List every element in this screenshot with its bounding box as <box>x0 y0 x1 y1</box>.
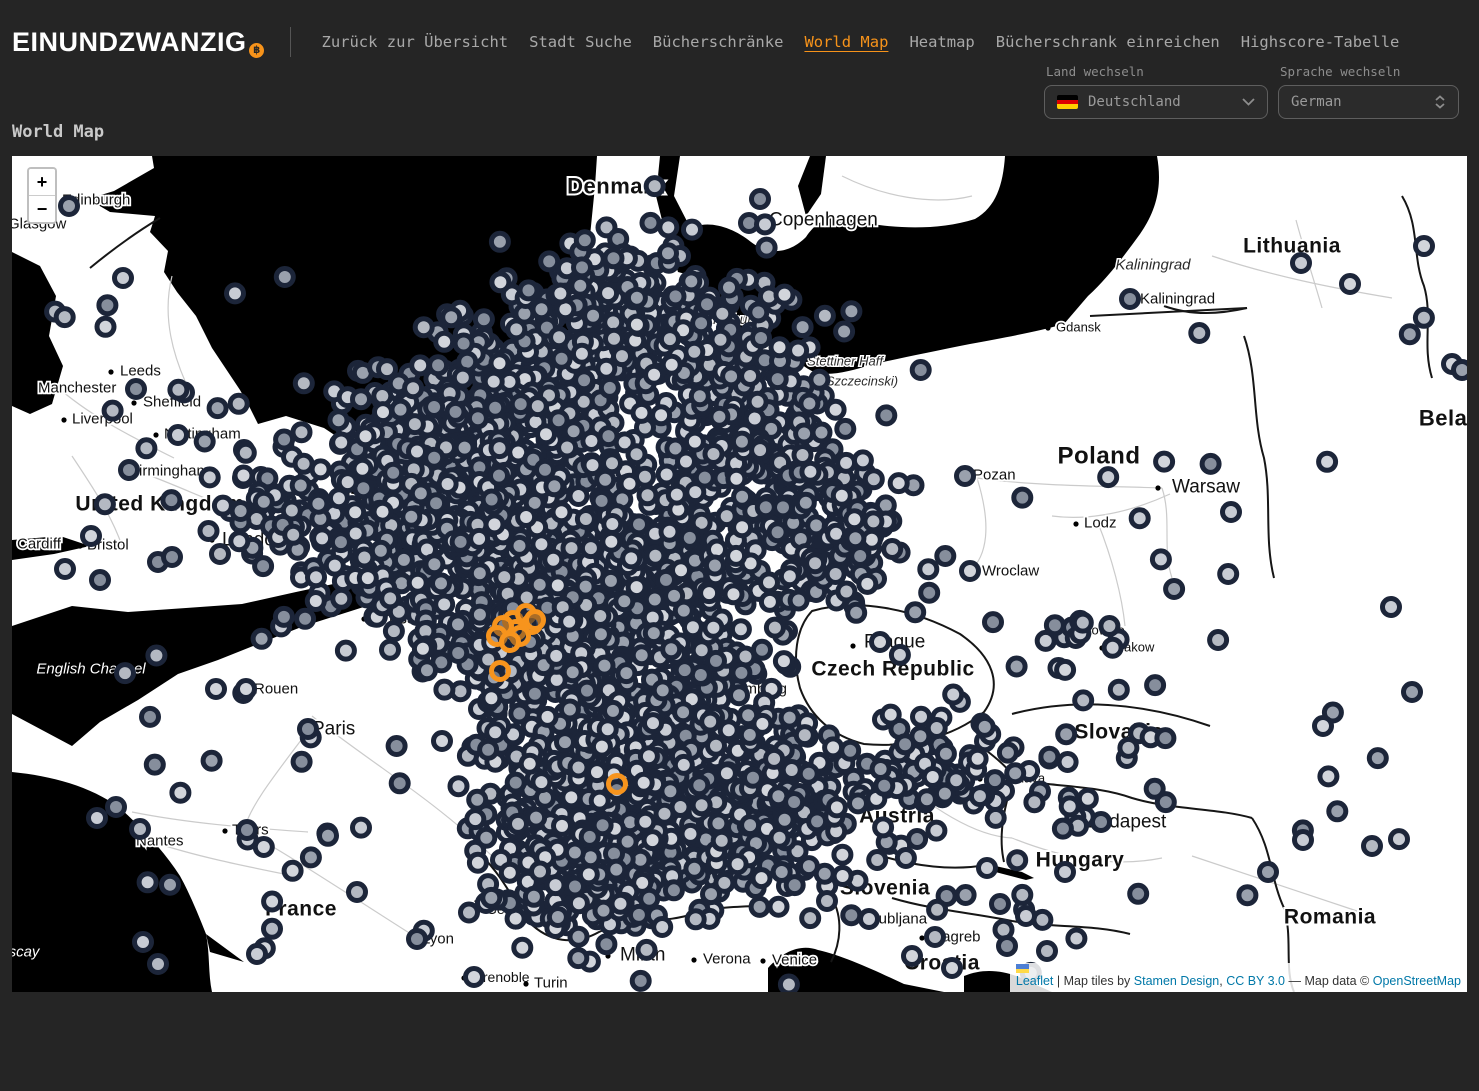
nav-buecherschrank-einreichen[interactable]: Bücherschrank einreichen <box>996 33 1220 51</box>
openstreetmap-link[interactable]: OpenStreetMap <box>1373 974 1461 988</box>
svg-text:scay: scay <box>12 944 41 961</box>
logo-text: EINUNDZWANZIG <box>12 27 246 58</box>
svg-text:Kaliningrad: Kaliningrad <box>1140 291 1215 308</box>
map-zoom-control: + − <box>27 167 57 224</box>
svg-text:Warsaw: Warsaw <box>1172 477 1240 498</box>
stamen-design-link[interactable]: Stamen Design <box>1134 974 1219 988</box>
svg-text:Poland: Poland <box>1057 443 1140 470</box>
svg-text:Stettiner Haff: Stettiner Haff <box>807 354 884 369</box>
svg-text:Lithuania: Lithuania <box>1243 235 1341 258</box>
language-select[interactable]: German <box>1278 85 1459 119</box>
language-select-value: German <box>1291 94 1342 110</box>
svg-text:Gdansk: Gdansk <box>1056 320 1101 335</box>
header-divider <box>290 27 291 57</box>
svg-text:Wroclaw: Wroclaw <box>982 563 1039 580</box>
nav-world-map[interactable]: World Map <box>804 33 888 51</box>
nav-stadt-suche[interactable]: Stadt Suche <box>529 33 632 51</box>
svg-text:Belarus: Belarus <box>1419 406 1467 431</box>
chevron-down-icon <box>1242 98 1255 106</box>
svg-text:Manchester: Manchester <box>38 380 116 397</box>
nav-zurueck-zur-uebersicht[interactable]: Zurück zur Übersicht <box>321 33 508 51</box>
attribution-mapdata: — Map data © <box>1285 974 1373 988</box>
svg-text:Copenhagen: Copenhagen <box>769 210 878 231</box>
svg-text:Kaliningrad: Kaliningrad <box>1115 257 1191 274</box>
country-select-value: Deutschland <box>1088 94 1181 110</box>
map-attribution: Leaflet | Map tiles by Stamen Design, CC… <box>1010 963 1467 992</box>
svg-text:Hungary: Hungary <box>1036 849 1125 872</box>
svg-text:Leeds: Leeds <box>120 363 161 380</box>
world-map[interactable]: English ChannelscayKaliningradMecklenbur… <box>12 156 1467 992</box>
svg-text:Romania: Romania <box>1284 906 1376 929</box>
attribution-text: | Map tiles by <box>1053 974 1133 988</box>
ukraine-flag-icon <box>1016 964 1029 973</box>
locale-controls: Land wechseln Deutschland Sprache wechse… <box>1044 64 1459 119</box>
svg-text:Turin: Turin <box>534 975 568 992</box>
svg-text:Venice: Venice <box>772 952 817 969</box>
zoom-in-button[interactable]: + <box>29 169 55 196</box>
nav-heatmap[interactable]: Heatmap <box>909 33 974 51</box>
main-nav: Zurück zur Übersicht Stadt Suche Büchers… <box>321 33 1399 51</box>
nav-buecherschraenke[interactable]: Bücherschränke <box>653 33 784 51</box>
language-select-label: Sprache wechseln <box>1280 64 1459 79</box>
country-select-label: Land wechseln <box>1046 64 1268 79</box>
top-navigation-bar: EINUNDZWANZIG ฿ Zurück zur Übersicht Sta… <box>0 0 1479 64</box>
zoom-out-button[interactable]: − <box>29 196 55 222</box>
svg-text:Pozan: Pozan <box>973 467 1016 484</box>
country-select[interactable]: Deutschland <box>1044 85 1268 119</box>
cc-by-link[interactable]: CC BY 3.0 <box>1226 974 1285 988</box>
german-flag-icon <box>1057 95 1078 109</box>
nav-highscore-tabelle[interactable]: Highscore-Tabelle <box>1241 33 1400 51</box>
svg-text:Cardiff: Cardiff <box>17 536 62 553</box>
einundzwanzig-logo[interactable]: EINUNDZWANZIG ฿ <box>12 27 264 58</box>
leaflet-link[interactable]: Leaflet <box>1016 974 1054 988</box>
svg-text:Lodz: Lodz <box>1084 515 1117 532</box>
svg-text:Rouen: Rouen <box>254 681 298 698</box>
chevron-up-down-icon <box>1434 95 1446 109</box>
page-title: World Map <box>12 122 1479 142</box>
map-canvas: English ChannelscayKaliningradMecklenbur… <box>12 156 1467 992</box>
svg-text:Verona: Verona <box>703 951 751 968</box>
svg-text:Birmingham: Birmingham <box>129 463 209 480</box>
bitcoin-icon: ฿ <box>249 43 264 58</box>
